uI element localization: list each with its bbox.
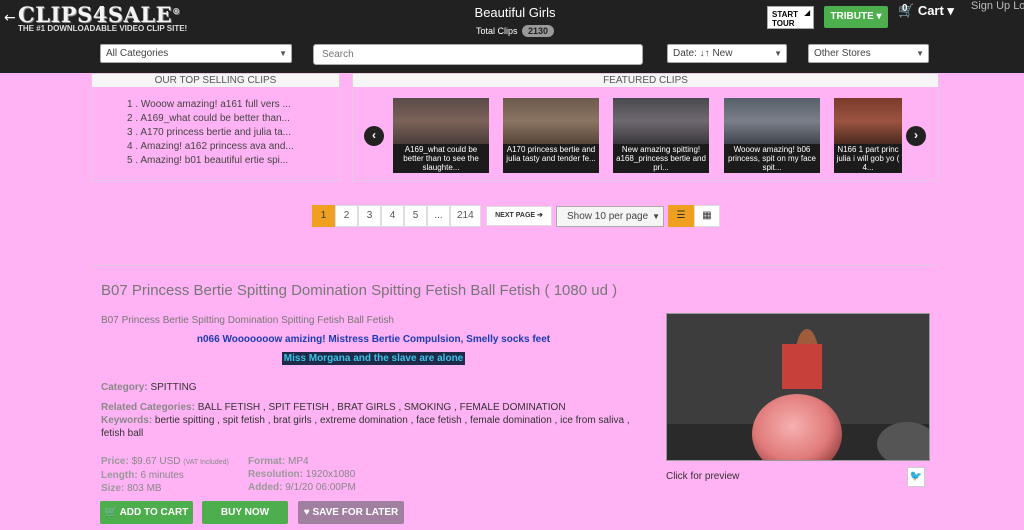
clip-caption: A169_what could be better than to see th… xyxy=(403,145,479,172)
back-arrow-icon[interactable]: ← xyxy=(4,10,16,26)
twitter-share-icon[interactable]: 🐦 xyxy=(907,467,925,487)
search-input[interactable] xyxy=(313,44,643,65)
top-selling-list: 1 . Wooow amazing! a161 full vers ... 2 … xyxy=(127,98,294,168)
featured-title: FEATURED CLIPS xyxy=(353,74,938,87)
total-clips-badge: 2130 xyxy=(522,25,555,37)
product-specs-left: Price: $9.67 USD (VAT Included) Length: … xyxy=(101,456,229,494)
featured-clip[interactable]: Wooow amazing! b06 princess, spit on my … xyxy=(724,98,820,173)
top-selling-title: OUR TOP SELLING CLIPS xyxy=(92,74,339,87)
product-specs-right: Format: MP4 Resolution: 1920x1080 Added:… xyxy=(248,456,356,493)
list-item[interactable]: 5 . Amazing! b01 beautiful ertie spi... xyxy=(127,154,294,168)
pagination: 1 2 3 4 5 ... 214 xyxy=(312,205,481,227)
next-page-button[interactable]: NEXT PAGE ➔ xyxy=(486,206,552,226)
list-item[interactable]: 4 . Amazing! a162 princess ava and... xyxy=(127,140,294,154)
carousel-prev-button[interactable]: ‹ xyxy=(364,126,384,146)
product-size: 803 MB xyxy=(127,483,162,494)
tribute-button[interactable]: TRIBUTE ▾ xyxy=(824,6,888,28)
keywords-links[interactable]: bertie spitting , spit fetish , brat gir… xyxy=(155,415,630,426)
page-button[interactable]: 4 xyxy=(381,205,404,227)
total-clips: Total Clips 2130 xyxy=(440,25,590,37)
date-sort-select[interactable]: Date: ↓↑ New ▼ xyxy=(667,44,787,63)
per-page-select[interactable]: Show 10 per page ▼ xyxy=(556,206,664,227)
category-select[interactable]: All Categories ▼ xyxy=(100,44,292,63)
chevron-down-icon: ▼ xyxy=(774,49,782,58)
start-tour-button[interactable]: START TOUR ◢ xyxy=(767,6,814,29)
clip-thumbnail xyxy=(613,98,709,144)
chevron-down-icon: ▼ xyxy=(279,49,287,58)
page-button[interactable]: 5 xyxy=(404,205,427,227)
product-resolution: 1920x1080 xyxy=(305,469,356,480)
tour-play-icon: ◢ xyxy=(804,10,810,17)
other-stores-select[interactable]: Other Stores ▼ xyxy=(808,44,929,63)
promo-line-2[interactable]: Miss Morgana and the slave are alone xyxy=(101,352,646,365)
keywords-links-cont[interactable]: fetish ball xyxy=(101,427,641,440)
related-categories-links[interactable]: BALL FETISH , SPIT FETISH , BRAT GIRLS ,… xyxy=(198,402,566,413)
clip-caption: Wooow amazing! b06 princess, spit on my … xyxy=(727,145,817,172)
product-added: 9/1/20 06:00PM xyxy=(285,482,356,493)
logo-tagline: THE #1 DOWNLOADABLE VIDEO CLIP SITE! xyxy=(18,24,188,33)
product-subtitle: B07 Princess Bertie Spitting Domination … xyxy=(101,315,394,326)
product-related-categories: Related Categories: BALL FETISH , SPIT F… xyxy=(101,401,641,440)
clip-thumbnail xyxy=(503,98,599,144)
clip-thumbnail xyxy=(393,98,489,144)
list-item[interactable]: 1 . Wooow amazing! a161 full vers ... xyxy=(127,98,294,112)
chevron-down-icon: ▼ xyxy=(916,49,924,58)
clip-caption: New amazing spitting! a168_princess bert… xyxy=(616,145,706,172)
cart-button[interactable]: 0 🛒 Cart ▾ xyxy=(898,3,954,19)
add-to-cart-button[interactable]: 🛒 ADD TO CART xyxy=(100,501,193,524)
clip-caption: A170 princess bertie and julia tasty and… xyxy=(506,145,596,163)
product-category: Category: SPITTING xyxy=(101,382,197,393)
clip-thumbnail xyxy=(724,98,820,144)
page-ellipsis: ... xyxy=(427,205,450,227)
preview-image xyxy=(667,314,929,460)
signup-login-link[interactable]: Sign Up Log xyxy=(971,0,1024,12)
featured-clip[interactable]: New amazing spitting! a168_princess bert… xyxy=(613,98,709,173)
page-button[interactable]: 1 xyxy=(312,205,335,227)
section-divider xyxy=(91,265,939,266)
chevron-down-icon: ▼ xyxy=(652,212,660,221)
clip-caption: N166 1 part princ julia i will gob yo ( … xyxy=(836,145,900,172)
category-link[interactable]: SPITTING xyxy=(150,382,196,393)
product-format: MP4 xyxy=(288,456,309,467)
buy-now-button[interactable]: BUY NOW xyxy=(202,501,288,524)
featured-clip[interactable]: N166 1 part princ julia i will gob yo ( … xyxy=(834,98,902,173)
preview-caption[interactable]: Click for preview xyxy=(666,471,739,482)
page-button[interactable]: 2 xyxy=(335,205,358,227)
list-view-icon[interactable]: ☰ xyxy=(668,205,694,227)
product-title[interactable]: B07 Princess Bertie Spitting Domination … xyxy=(101,282,617,299)
cart-count: 0 xyxy=(902,3,908,14)
save-for-later-button[interactable]: ♥ SAVE FOR LATER xyxy=(298,501,404,524)
page-title: Beautiful Girls xyxy=(474,5,556,20)
product-price: $9.67 USD xyxy=(131,456,181,467)
promo-line-1[interactable]: n066 Wooooooow amizing! Mistress Bertie … xyxy=(101,334,646,345)
vat-note: (VAT Included) xyxy=(183,459,229,466)
list-item[interactable]: 3 . A170 princess bertie and julia ta... xyxy=(127,126,294,140)
list-item[interactable]: 2 . A169_what could be better than... xyxy=(127,112,294,126)
featured-clip[interactable]: A170 princess bertie and julia tasty and… xyxy=(503,98,599,173)
featured-clip[interactable]: A169_what could be better than to see th… xyxy=(393,98,489,173)
video-preview[interactable] xyxy=(666,313,930,461)
product-length: 6 minutes xyxy=(140,470,184,481)
clip-thumbnail xyxy=(834,98,902,144)
grid-view-icon[interactable]: ▦ xyxy=(694,205,720,227)
page-button[interactable]: 214 xyxy=(450,205,481,227)
site-header: ← CLIPS4SALE® THE #1 DOWNLOADABLE VIDEO … xyxy=(0,0,1024,73)
carousel-next-button[interactable]: › xyxy=(906,126,926,146)
page-button[interactable]: 3 xyxy=(358,205,381,227)
